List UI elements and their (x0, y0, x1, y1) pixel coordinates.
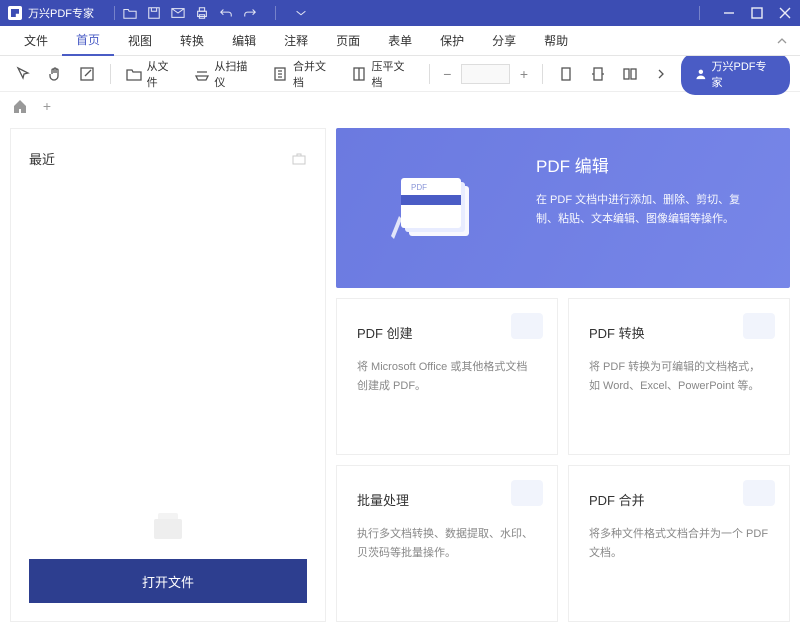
create-icon (511, 313, 543, 339)
briefcase-icon[interactable] (291, 151, 307, 167)
hero-edit-card[interactable]: PDF PDF 编辑 在 PDF 文档中进行添加、删除、剪切、复制、粘贴、文本编… (336, 128, 790, 288)
separator (542, 64, 543, 84)
redo-icon[interactable] (243, 6, 257, 20)
convert-icon (743, 313, 775, 339)
fit-width-button[interactable] (585, 62, 611, 86)
titlebar: 万兴PDF专家 (0, 0, 800, 26)
user-icon (695, 68, 707, 80)
tabbar: + (0, 92, 800, 120)
card-desc: 将 Microsoft Office 或其他格式文档创建成 PDF。 (357, 358, 537, 395)
undo-icon[interactable] (219, 6, 233, 20)
card-desc: 将多种文件格式文档合并为一个 PDF 文档。 (589, 525, 769, 562)
card-create[interactable]: PDF 创建 将 Microsoft Office 或其他格式文档创建成 PDF… (336, 298, 558, 455)
menu-share[interactable]: 分享 (478, 26, 530, 56)
menu-convert[interactable]: 转换 (166, 26, 218, 56)
card-title: PDF 创建 (357, 323, 537, 342)
separator (110, 64, 111, 84)
separator (275, 6, 276, 20)
card-desc: 执行多文档转换、数据提取、水印、贝茨码等批量操作。 (357, 525, 537, 562)
merge-icon (743, 480, 775, 506)
content-area: 最近 打开文件 PDF PDF 编辑 在 PDF 文档中进行添加、删除 (0, 120, 800, 632)
card-title: PDF 转换 (589, 323, 769, 342)
from-file-label: 从文件 (147, 58, 179, 90)
card-title: 批量处理 (357, 490, 537, 509)
hero-illustration: PDF (366, 152, 516, 264)
menu-view[interactable]: 视图 (114, 26, 166, 56)
home-tab-icon[interactable] (12, 98, 28, 114)
app-logo (8, 6, 22, 20)
separator (114, 6, 115, 20)
edit-tool[interactable] (74, 62, 100, 86)
from-scanner-label: 从扫描仪 (214, 58, 257, 90)
hand-tool[interactable] (42, 62, 68, 86)
card-merge[interactable]: PDF 合并 将多种文件格式文档合并为一个 PDF 文档。 (568, 465, 790, 622)
toolbar: 从文件 从扫描仪 合并文档 压平文档 − + 万兴PDF专家 (0, 56, 800, 92)
menu-help[interactable]: 帮助 (530, 26, 582, 56)
compress-doc-label: 压平文档 (372, 58, 415, 90)
menubar: 文件 首页 视图 转换 编辑 注释 页面 表单 保护 分享 帮助 (0, 26, 800, 56)
close-button[interactable] (778, 6, 792, 20)
zoom-input[interactable] (461, 64, 510, 84)
recent-label: 最近 (29, 149, 55, 168)
menu-annotate[interactable]: 注释 (270, 26, 322, 56)
card-convert[interactable]: PDF 转换 将 PDF 转换为可编辑的文档格式，如 Word、Excel、Po… (568, 298, 790, 455)
separator (429, 64, 430, 84)
hero-title: PDF 编辑 (536, 152, 760, 177)
expert-button[interactable]: 万兴PDF专家 (681, 53, 790, 95)
maximize-button[interactable] (750, 6, 764, 20)
feature-panel: PDF PDF 编辑 在 PDF 文档中进行添加、删除、剪切、复制、粘贴、文本编… (336, 128, 790, 622)
merge-doc-label: 合并文档 (293, 58, 336, 90)
print-icon[interactable] (195, 6, 209, 20)
menu-protect[interactable]: 保护 (426, 26, 478, 56)
two-page-button[interactable] (617, 62, 643, 86)
collapse-ribbon-icon[interactable] (774, 33, 790, 49)
window-controls (691, 6, 792, 20)
menu-home[interactable]: 首页 (62, 26, 114, 56)
card-batch[interactable]: 批量处理 执行多文档转换、数据提取、水印、贝茨码等批量操作。 (336, 465, 558, 622)
quick-actions (123, 6, 308, 20)
compress-doc-button[interactable]: 压平文档 (346, 55, 419, 93)
zoom-in-button[interactable]: + (516, 66, 532, 82)
feature-cards: PDF 创建 将 Microsoft Office 或其他格式文档创建成 PDF… (336, 298, 790, 622)
menu-edit[interactable]: 编辑 (218, 26, 270, 56)
menu-page[interactable]: 页面 (322, 26, 374, 56)
expert-label: 万兴PDF专家 (712, 58, 777, 90)
merge-doc-button[interactable]: 合并文档 (267, 55, 340, 93)
minimize-button[interactable] (722, 6, 736, 20)
open-file-button[interactable]: 打开文件 (29, 559, 307, 603)
batch-icon (511, 480, 543, 506)
document-placeholder-icon (154, 519, 182, 539)
card-desc: 将 PDF 转换为可编辑的文档格式，如 Word、Excel、PowerPoin… (589, 358, 769, 395)
more-layout-button[interactable] (649, 62, 675, 86)
mail-icon[interactable] (171, 6, 185, 20)
from-file-button[interactable]: 从文件 (121, 55, 183, 93)
zoom-out-button[interactable]: − (440, 66, 456, 82)
recent-empty (29, 168, 307, 559)
recent-panel: 最近 打开文件 (10, 128, 326, 622)
card-title: PDF 合并 (589, 490, 769, 509)
svg-text:PDF: PDF (411, 183, 427, 192)
save-icon[interactable] (147, 6, 161, 20)
fit-page-button[interactable] (553, 62, 579, 86)
add-tab-button[interactable]: + (40, 99, 54, 113)
pointer-tool[interactable] (10, 62, 36, 86)
hero-desc: 在 PDF 文档中进行添加、删除、剪切、复制、粘贴、文本编辑、图像编辑等操作。 (536, 191, 760, 228)
menu-file[interactable]: 文件 (10, 26, 62, 56)
dropdown-icon[interactable] (294, 6, 308, 20)
from-scanner-button[interactable]: 从扫描仪 (189, 55, 262, 93)
menu-form[interactable]: 表单 (374, 26, 426, 56)
separator (699, 6, 700, 20)
app-title: 万兴PDF专家 (28, 5, 94, 21)
folder-icon[interactable] (123, 6, 137, 20)
